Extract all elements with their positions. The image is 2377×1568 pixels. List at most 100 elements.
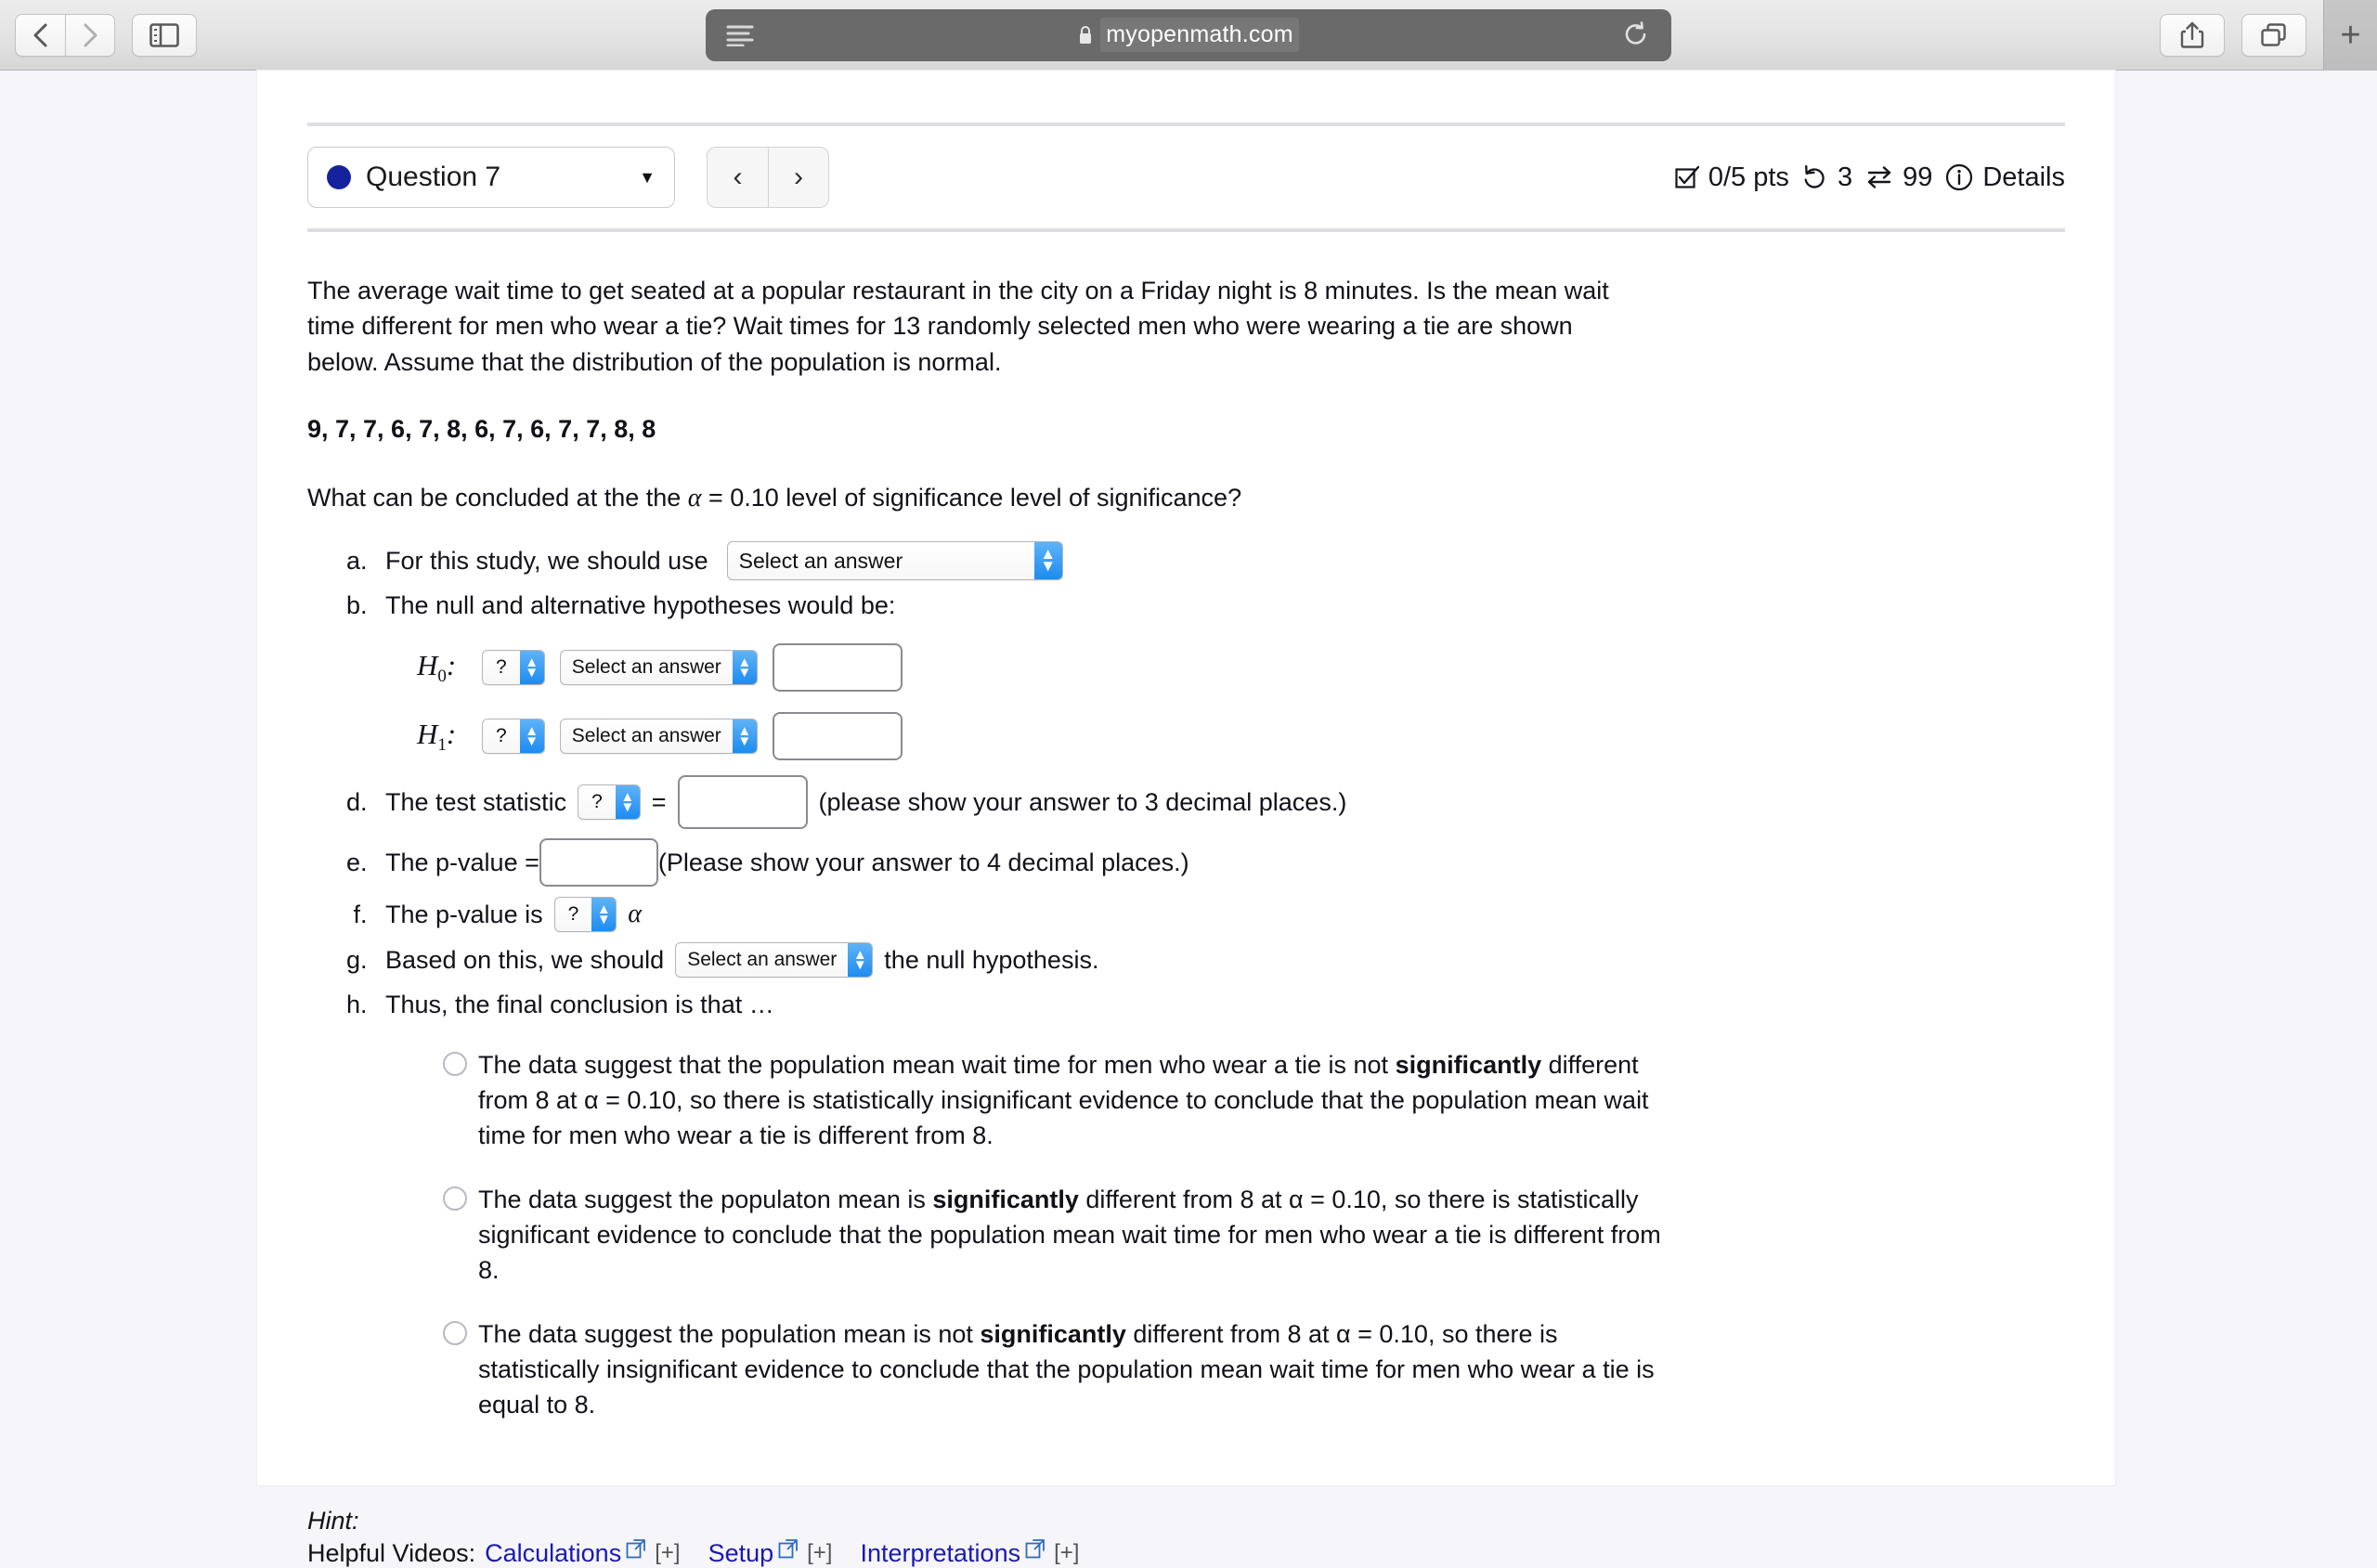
chevron-right-icon	[81, 21, 99, 49]
equals-sign: =	[651, 788, 667, 817]
toolbar-left-group	[0, 13, 197, 57]
select-stepper-icon: ▲ ▼	[519, 719, 544, 754]
external-link-icon	[626, 1538, 646, 1559]
choice-3[interactable]: The data suggest the population mean is …	[443, 1316, 2065, 1423]
external-link-icon	[778, 1538, 799, 1559]
address-bar-wrap: myopenmath.com	[706, 8, 1671, 61]
question-parts-list: For this study, we should use Select an …	[307, 541, 2065, 1423]
h1-parameter-value: Select an answer	[571, 725, 721, 747]
h0-operator-value: ?	[496, 656, 507, 679]
hint-section: Hint: Helpful Videos: Calculations [+] S…	[257, 1451, 2115, 1568]
prev-question-button[interactable]: ‹	[707, 147, 768, 208]
h0-operator-select[interactable]: ? ▲ ▼	[482, 650, 545, 686]
p-value-compare-select[interactable]: ? ▲ ▼	[553, 897, 617, 933]
sidebar-icon	[149, 22, 179, 47]
question-selector[interactable]: Question 7 ▼	[307, 147, 675, 208]
versions-group: 99	[1865, 162, 1932, 193]
back-button[interactable]	[15, 13, 65, 57]
h1-value-input[interactable]	[772, 712, 903, 761]
undo-icon	[1802, 164, 1828, 190]
h0-parameter-select[interactable]: Select an answer ▲ ▼	[559, 650, 758, 686]
browser-toolbar: myopenmath.com +	[0, 0, 2377, 71]
attempts-count: 3	[1837, 162, 1853, 192]
part-c-text-post: (please show your answer to 3 decimal pl…	[818, 788, 1347, 817]
external-link-icon	[1025, 1538, 1046, 1559]
significance-text-pre: What can be concluded at the the	[307, 484, 688, 512]
page-viewport: Question 7 ▼ ‹ › 0/5 pts 3 99 Details Th…	[0, 71, 2377, 1567]
question-status-group: 0/5 pts 3 99 Details	[1675, 162, 2065, 193]
toggle-setup[interactable]: [+]	[807, 1540, 832, 1566]
question-data-values: 9, 7, 7, 6, 7, 8, 6, 7, 6, 7, 7, 8, 8	[307, 414, 656, 443]
study-type-select[interactable]: Select an answer ▲ ▼	[726, 541, 1063, 581]
select-stepper-icon: ▲ ▼	[732, 719, 757, 754]
p-value-input[interactable]	[539, 838, 658, 888]
url-text: myopenmath.com	[1100, 18, 1299, 52]
h0-label: H0:	[417, 649, 457, 687]
video-link-setup[interactable]: Setup	[708, 1539, 774, 1568]
sidebar-toggle-button[interactable]	[132, 13, 197, 57]
points-text: 0/5 pts	[1708, 162, 1789, 192]
forward-button[interactable]	[65, 13, 115, 57]
choice-1-bold: significantly	[1395, 1050, 1542, 1079]
decision-select[interactable]: Select an answer ▲ ▼	[675, 942, 874, 978]
study-type-select-value: Select an answer	[738, 548, 903, 573]
select-stepper-icon: ▲ ▼	[1033, 542, 1062, 580]
test-statistic-select[interactable]: ? ▲ ▼	[578, 784, 641, 821]
part-c-text-pre: The test statistic	[385, 788, 567, 817]
part-e: The p-value is ? ▲▼ α	[374, 896, 2065, 933]
h1-operator-value: ?	[496, 725, 507, 747]
radio-icon[interactable]	[443, 1051, 467, 1076]
h1-label: H1:	[417, 718, 457, 756]
video-link-calculations[interactable]: Calculations	[485, 1539, 621, 1568]
helpful-videos-row: Helpful Videos: Calculations [+] Setup […	[307, 1539, 2065, 1568]
share-button[interactable]	[2160, 13, 2225, 57]
h0-value-input[interactable]	[772, 643, 903, 693]
test-statistic-input[interactable]	[677, 775, 808, 830]
toggle-interpretations[interactable]: [+]	[1054, 1540, 1079, 1566]
toggle-calculations[interactable]: [+]	[655, 1540, 680, 1566]
h1-operator-select[interactable]: ? ▲ ▼	[482, 719, 545, 755]
select-stepper-icon: ▲ ▼	[591, 898, 617, 932]
radio-icon[interactable]	[443, 1320, 467, 1345]
hypothesis-row-null: H0: ? ▲ ▼ Select an answer ▲ ▼	[417, 643, 2065, 693]
h1-parameter-select[interactable]: Select an answer ▲ ▼	[559, 719, 758, 755]
part-f: Based on this, we should Select an answe…	[374, 942, 2065, 978]
select-stepper-icon: ▲ ▼	[519, 651, 544, 685]
p-value-compare-value: ?	[567, 903, 579, 926]
video-link-interpretations[interactable]: Interpretations	[860, 1539, 1020, 1568]
alpha-symbol: α	[628, 900, 642, 929]
test-statistic-select-value: ?	[591, 791, 603, 813]
choice-1[interactable]: The data suggest that the population mea…	[443, 1047, 2065, 1154]
part-d-text-post: (Please show your answer to 4 decimal pl…	[657, 849, 1189, 877]
part-e-row: The p-value is ? ▲▼ α	[385, 896, 2065, 933]
select-stepper-icon: ▲ ▼	[732, 651, 757, 685]
part-f-text-post: the null hypothesis.	[884, 946, 1099, 975]
reader-view-icon[interactable]	[726, 24, 754, 46]
part-c-row: The test statistic ? ▲▼ = (please show y…	[385, 775, 2065, 830]
question-selector-label: Question 7	[366, 162, 501, 192]
part-a: For this study, we should use Select an …	[374, 541, 2065, 581]
address-bar[interactable]: myopenmath.com	[706, 8, 1671, 61]
decision-select-value: Select an answer	[687, 949, 838, 971]
question-prompt: The average wait time to get seated at a…	[307, 277, 1609, 376]
part-d: The p-value = (Please show your answer t…	[374, 838, 2065, 888]
details-label: Details	[1982, 162, 2065, 192]
conclusion-choices: The data suggest that the population mea…	[385, 1047, 2065, 1423]
new-tab-button[interactable]: +	[2323, 0, 2377, 71]
share-icon	[2180, 21, 2204, 49]
tab-overview-button[interactable]	[2241, 13, 2306, 57]
radio-icon[interactable]	[443, 1186, 467, 1211]
alpha-symbol: α	[687, 484, 702, 513]
next-question-button[interactable]: ›	[768, 147, 829, 208]
part-g: Thus, the final conclusion is that … The…	[374, 987, 2065, 1422]
choice-3-text: The data suggest the population mean is …	[478, 1316, 1676, 1423]
reload-icon[interactable]	[1623, 20, 1649, 49]
url-display[interactable]: myopenmath.com	[706, 18, 1671, 52]
tab-overview-icon	[2260, 22, 2288, 48]
choice-2[interactable]: The data suggest the populaton mean is s…	[443, 1182, 2065, 1289]
info-icon	[1945, 163, 1973, 191]
details-group[interactable]: Details	[1945, 162, 2065, 193]
points-group: 0/5 pts	[1675, 162, 1789, 193]
part-c: The test statistic ? ▲▼ = (please show y…	[374, 775, 2065, 830]
hint-label: Hint:	[307, 1506, 359, 1535]
